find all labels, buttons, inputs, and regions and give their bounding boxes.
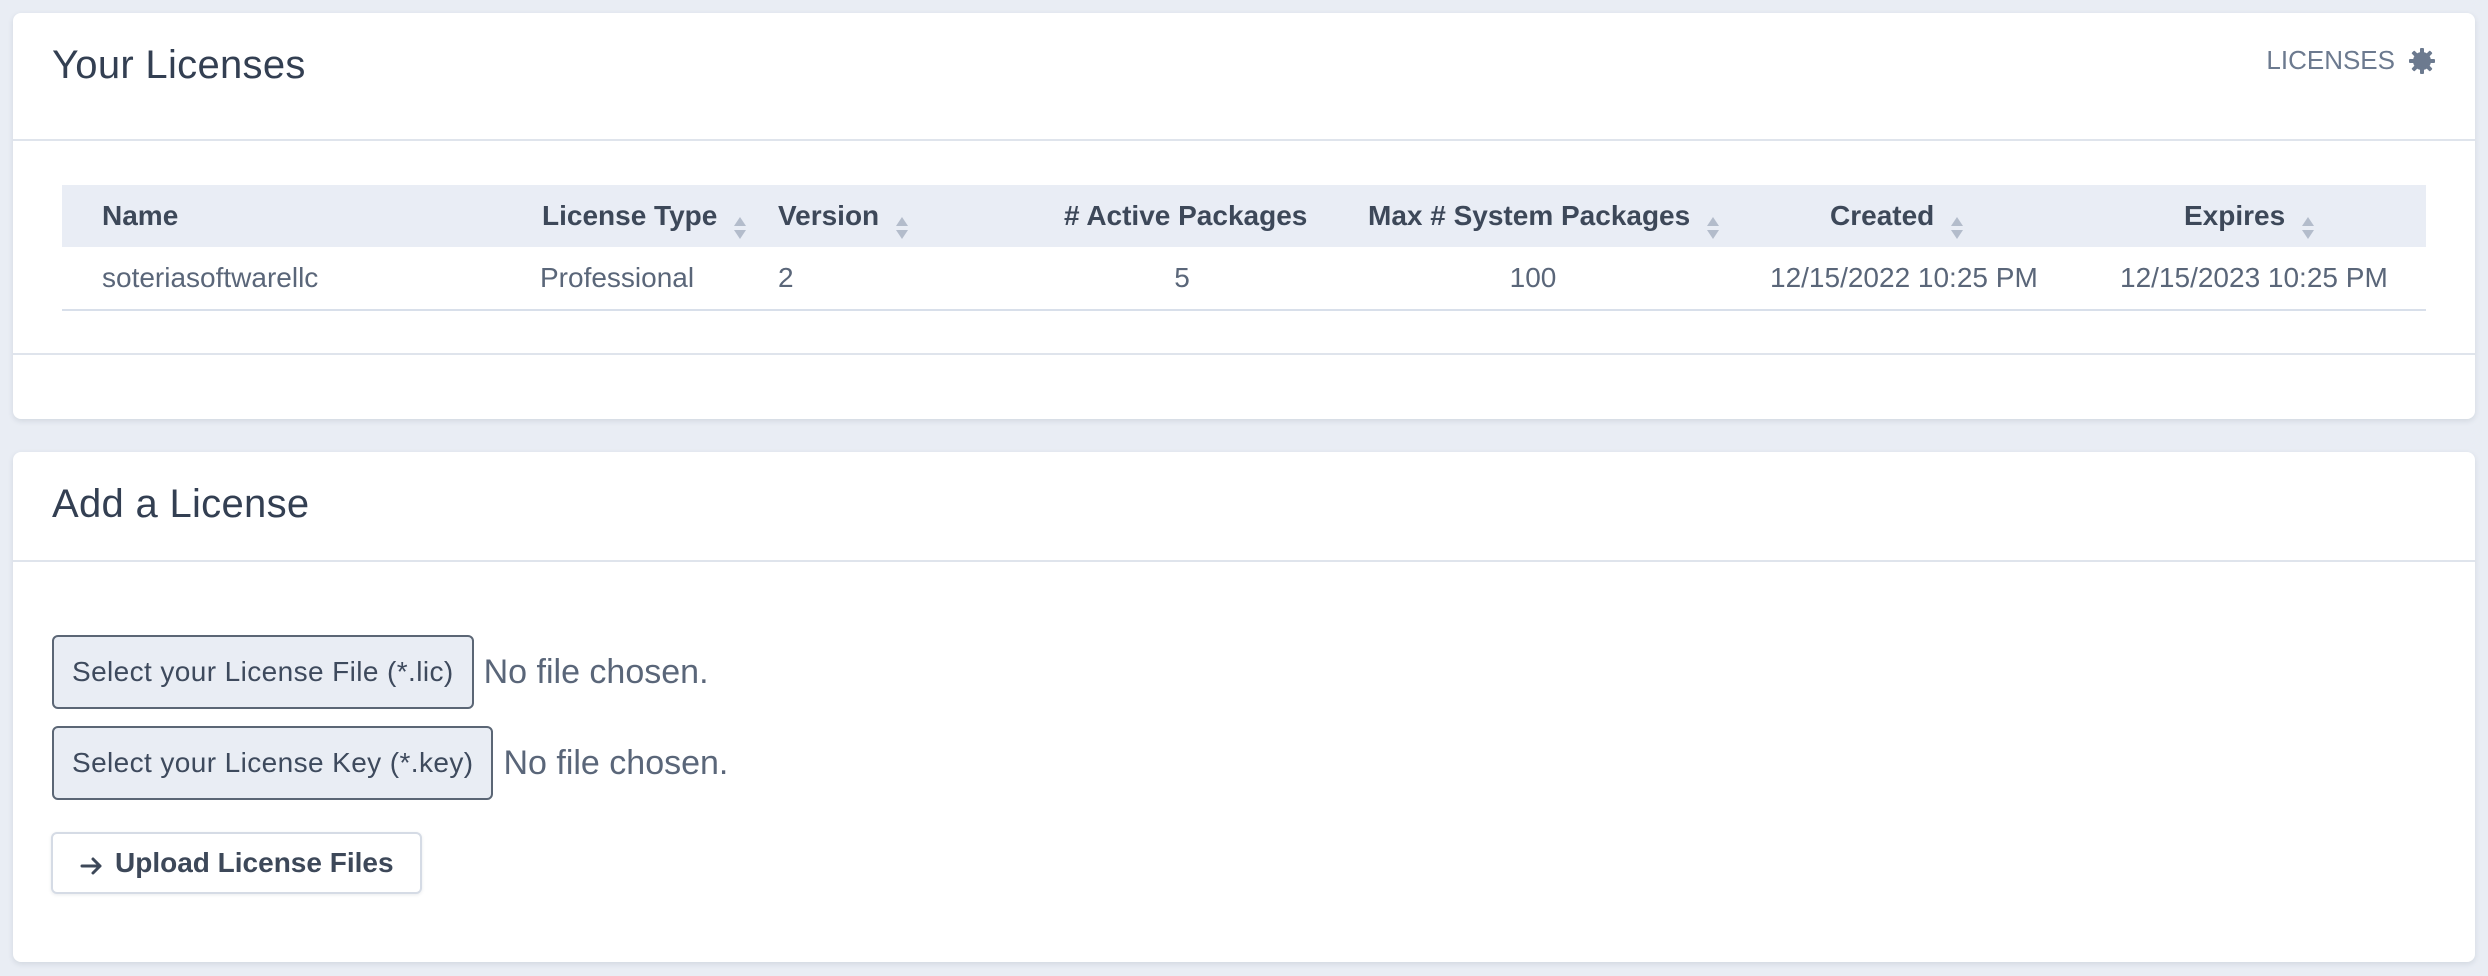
cell-max-system-packages: 100 — [1509, 262, 1557, 293]
select-license-key-button[interactable]: Select your License Key (*.key) — [52, 726, 494, 800]
add-license-card-header: Add a License — [13, 452, 2475, 562]
sort-icon[interactable] — [895, 202, 909, 239]
license-key-status: No file chosen. — [503, 743, 729, 782]
sort-icon[interactable] — [1950, 202, 1964, 239]
column-header-active-packages[interactable]: # Active Packages — [1064, 185, 1307, 247]
licenses-header-link[interactable]: LICENSES — [2266, 45, 2437, 76]
section-title: Add a License — [52, 482, 310, 526]
licenses-card: Your Licenses LICENSES Name License Type… — [13, 13, 2475, 419]
licenses-header-label: LICENSES — [2266, 45, 2395, 75]
license-file-row: Select your License File (*.lic) No file… — [52, 635, 709, 709]
column-header-license-type[interactable]: License Type — [542, 185, 747, 247]
arrow-right-icon — [79, 852, 105, 875]
cell-active-packages: 5 — [1174, 262, 1190, 293]
license-file-status: No file chosen. — [483, 652, 709, 691]
column-header-max-system-packages[interactable]: Max # System Packages — [1368, 185, 1720, 247]
table-header: Name License Type Version # Active Packa… — [62, 185, 2426, 247]
add-license-card: Add a License Select your License File (… — [13, 452, 2475, 962]
table-row[interactable]: soteriasoftwarellc Professional 2 5 100 … — [62, 247, 2426, 311]
column-header-name[interactable]: Name — [102, 185, 178, 247]
sort-icon[interactable] — [1706, 202, 1720, 239]
gear-icon — [2407, 46, 2437, 76]
upload-button-label: Upload License Files — [115, 847, 394, 878]
cell-license-type: Professional — [540, 262, 695, 293]
sort-icon[interactable] — [2301, 202, 2315, 239]
licenses-card-header: Your Licenses LICENSES — [13, 13, 2475, 141]
sort-icon[interactable] — [733, 202, 747, 239]
cell-created: 12/15/2022 10:25 PM — [1770, 262, 2038, 293]
cell-name: soteriasoftwarellc — [102, 262, 319, 293]
select-license-file-button[interactable]: Select your License File (*.lic) — [52, 635, 474, 709]
column-header-expires[interactable]: Expires — [2184, 185, 2315, 247]
column-header-created[interactable]: Created — [1830, 185, 1964, 247]
cell-expires: 12/15/2023 10:25 PM — [2120, 262, 2388, 293]
upload-license-files-button[interactable]: Upload License Files — [51, 832, 422, 894]
license-key-row: Select your License Key (*.key) No file … — [52, 726, 728, 800]
page-title: Your Licenses — [52, 43, 306, 87]
column-header-version[interactable]: Version — [778, 185, 909, 247]
cell-version: 2 — [778, 262, 794, 293]
card-footer-divider — [13, 353, 2475, 355]
